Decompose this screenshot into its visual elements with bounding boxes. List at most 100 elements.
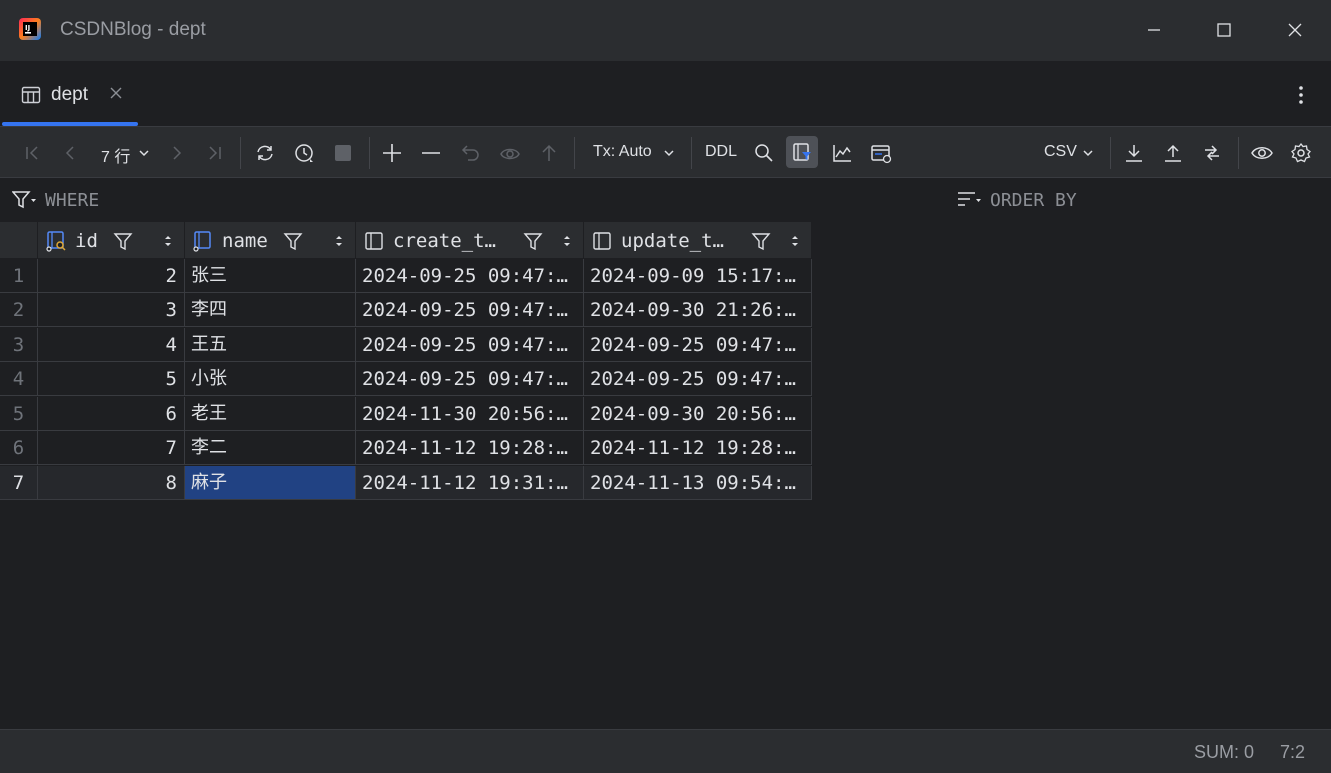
export-button[interactable] — [1160, 140, 1186, 166]
previous-page-button[interactable] — [57, 140, 83, 166]
cell-id[interactable]: 2 — [38, 259, 185, 293]
cell-update-time[interactable]: 2024-09-30 20:56:… — [584, 397, 812, 431]
column-icon — [593, 232, 611, 250]
table-icon — [21, 86, 41, 104]
cell-name-selected[interactable]: 麻子 — [185, 466, 356, 500]
stop-button[interactable] — [330, 140, 356, 166]
gear-icon — [1291, 142, 1311, 163]
submit-button[interactable] — [536, 140, 562, 166]
history-button[interactable] — [291, 140, 317, 166]
cell-id[interactable]: 7 — [38, 431, 185, 465]
transaction-mode-dropdown[interactable] — [656, 140, 682, 166]
filter-bar: WHERE ORDER BY — [0, 178, 1331, 222]
cell-id[interactable]: 3 — [38, 293, 185, 327]
cell-update-time[interactable]: 2024-09-25 09:47:… — [584, 328, 812, 362]
cell-name[interactable]: 老王 — [185, 397, 356, 431]
close-icon — [1288, 23, 1302, 37]
preview-pending-changes-button[interactable] — [497, 140, 523, 166]
chart-view-button[interactable] — [829, 140, 855, 166]
cell-create-time[interactable]: 2024-09-25 09:47:… — [356, 362, 584, 396]
page-size-dropdown[interactable] — [131, 140, 157, 166]
sort-toggle-icon[interactable] — [561, 233, 573, 249]
sum-indicator: SUM: 0 — [1194, 742, 1255, 762]
sort-toggle-icon[interactable] — [333, 233, 345, 249]
more-options-icon[interactable] — [1291, 83, 1311, 107]
plus-icon — [383, 144, 401, 162]
cell-name[interactable]: 王五 — [185, 328, 356, 362]
column-filter-icon[interactable] — [751, 231, 771, 251]
sort-icon — [958, 192, 981, 206]
cell-id[interactable]: 6 — [38, 397, 185, 431]
cell-id[interactable]: 4 — [38, 328, 185, 362]
cell-create-time[interactable]: 2024-09-25 09:47:… — [356, 328, 584, 362]
cell-name[interactable]: 李二 — [185, 431, 356, 465]
toolbar-separator — [574, 137, 575, 169]
toolbar-separator — [369, 137, 370, 169]
cell-name[interactable]: 小张 — [185, 362, 356, 396]
add-row-button[interactable] — [379, 140, 405, 166]
column-header-name[interactable]: name — [185, 222, 356, 258]
chevron-down-icon — [664, 150, 674, 157]
next-page-button[interactable] — [164, 140, 190, 166]
order-by-input[interactable]: ORDER BY — [990, 190, 1077, 211]
export-format-dropdown[interactable] — [1075, 140, 1101, 166]
sort-toggle-icon[interactable] — [789, 233, 801, 249]
close-window-button[interactable] — [1277, 14, 1313, 46]
view-options-button[interactable] — [1249, 140, 1275, 166]
tab-close-icon[interactable] — [108, 85, 124, 101]
minus-icon — [422, 152, 440, 154]
minimize-button[interactable] — [1136, 14, 1172, 46]
import-button[interactable] — [1121, 140, 1147, 166]
cursor-position[interactable]: 7:2 — [1280, 742, 1305, 763]
column-filter-icon[interactable] — [283, 231, 303, 251]
column-header-id[interactable]: id — [38, 222, 185, 258]
cell-create-time[interactable]: 2024-09-25 09:47:… — [356, 293, 584, 327]
column-filter-icon[interactable] — [523, 231, 543, 251]
data-editor-toolbar: 7 行 Tx: Auto DDL CSV — [0, 127, 1331, 178]
column-filter-icon[interactable] — [113, 231, 133, 251]
column-header-update-time[interactable]: update_t… — [584, 222, 812, 258]
sort-toggle-icon[interactable] — [162, 233, 174, 249]
maximize-button[interactable] — [1206, 14, 1242, 46]
cell-update-time[interactable]: 2024-09-25 09:47:… — [584, 362, 812, 396]
download-icon — [1126, 145, 1142, 162]
filter-toggle-button[interactable] — [786, 136, 818, 168]
cell-update-time[interactable]: 2024-11-13 09:54:… — [584, 466, 812, 500]
filter-icon — [12, 191, 36, 209]
page-size-selector[interactable]: 7 行 — [101, 143, 130, 167]
cell-create-time[interactable]: 2024-09-25 09:47:… — [356, 259, 584, 293]
column-name: update_t… — [621, 230, 724, 252]
cell-create-time[interactable]: 2024-11-12 19:31:… — [356, 466, 584, 500]
tab-dept[interactable]: dept — [0, 61, 140, 127]
cell-update-time[interactable]: 2024-09-30 21:26:… — [584, 293, 812, 327]
undo-icon — [461, 145, 479, 161]
cell-id[interactable]: 5 — [38, 362, 185, 396]
compare-button[interactable] — [1199, 140, 1225, 166]
search-button[interactable] — [751, 140, 777, 166]
primary-key-column-icon — [46, 231, 66, 252]
row-number: 5 — [0, 397, 38, 431]
cell-update-time[interactable]: 2024-11-12 19:28:… — [584, 431, 812, 465]
clock-icon — [295, 144, 313, 162]
transpose-arrows-icon — [1205, 145, 1219, 161]
cell-name[interactable]: 张三 — [185, 259, 356, 293]
cell-create-time[interactable]: 2024-11-12 19:28:… — [356, 431, 584, 465]
where-filter-input[interactable]: WHERE — [45, 190, 99, 211]
export-format-selector[interactable]: CSV — [1044, 143, 1077, 161]
cell-update-time[interactable]: 2024-09-09 15:17:… — [584, 259, 812, 293]
value-editor-button[interactable] — [868, 140, 894, 166]
ddl-button[interactable]: DDL — [705, 143, 737, 161]
transaction-mode-selector[interactable]: Tx: Auto — [593, 143, 652, 161]
column-icon — [193, 231, 211, 252]
cell-name[interactable]: 李四 — [185, 293, 356, 327]
cell-create-time[interactable]: 2024-11-30 20:56:… — [356, 397, 584, 431]
delete-row-button[interactable] — [418, 140, 444, 166]
settings-button[interactable] — [1288, 140, 1314, 166]
last-page-button[interactable] — [202, 140, 228, 166]
cell-id[interactable]: 8 — [38, 466, 185, 500]
maximize-icon — [1217, 23, 1231, 37]
revert-button[interactable] — [458, 140, 484, 166]
column-header-create-time[interactable]: create_t… — [356, 222, 584, 258]
refresh-button[interactable] — [252, 140, 278, 166]
first-page-button[interactable] — [19, 140, 45, 166]
